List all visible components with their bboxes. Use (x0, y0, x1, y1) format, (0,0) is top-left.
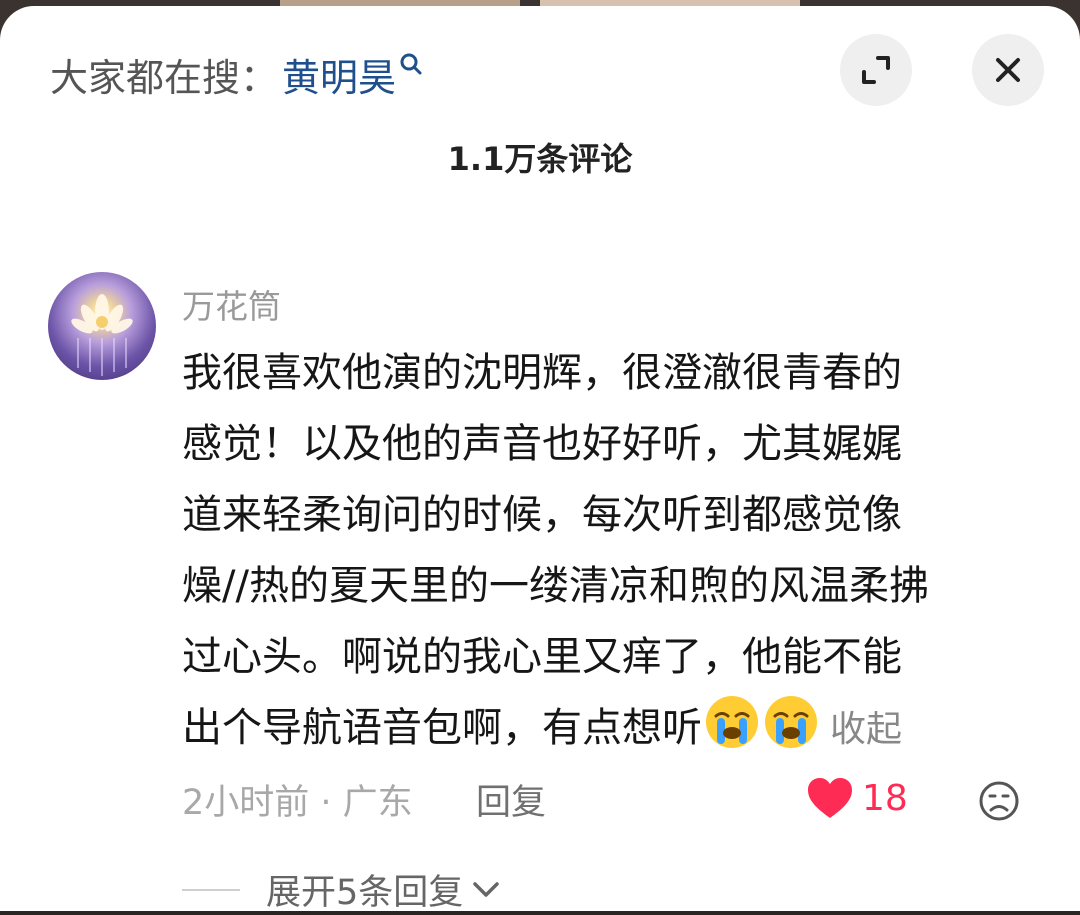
comment-line: 出个导航语音包啊，有点想听 (182, 705, 702, 751)
close-icon (996, 58, 1020, 82)
divider-line (182, 888, 240, 891)
dislike-face-icon (979, 781, 1019, 821)
comment-sheet: 大家都在搜： 黄明昊 1.1万条评论 万花筒 我很喜欢他演的沈明辉，很澄澈很青春… (0, 6, 1080, 913)
expand-replies-button[interactable]: 展开5条回复 (182, 864, 503, 915)
comment-author[interactable]: 万花筒 (182, 280, 281, 328)
comment-line: 道来轻柔询问的时候，每次听到都感觉像 (182, 492, 902, 538)
comment-last-line: 出个导航语音包啊，有点想听 收起 (182, 693, 1032, 764)
crying-emoji (762, 693, 820, 774)
comment-line: 过心头。啊说的我心里又痒了，他能不能 (182, 634, 902, 680)
close-button[interactable] (972, 34, 1044, 106)
expand-replies-label: 展开5条回复 (266, 873, 464, 913)
comment-count-title: 1.1万条评论 (447, 140, 633, 178)
heart-icon (808, 778, 852, 818)
avatar[interactable] (48, 272, 156, 380)
search-prefix: 大家都在搜： (50, 55, 279, 100)
search-icon[interactable] (398, 51, 424, 81)
comment-line: 燥//热的夏天里的一缕清凉和煦的风温柔拂 (182, 563, 929, 609)
expand-icon (862, 56, 890, 84)
comment-text[interactable]: 我很喜欢他演的沈明辉，很澄澈很青春的 感觉！以及他的声音也好好听，尤其娓娓 道来… (182, 338, 1032, 764)
comment-time-location: 2小时前 · 广东 (182, 783, 413, 823)
like-count: 18 (862, 777, 908, 819)
like-button[interactable]: 18 (806, 776, 908, 820)
comment-line: 感觉！以及他的声音也好好听，尤其娓娓 (182, 421, 902, 467)
collapse-link[interactable]: 收起 (830, 709, 902, 750)
search-suggestion[interactable]: 大家都在搜： 黄明昊 (50, 44, 424, 104)
dislike-button[interactable] (978, 780, 1020, 826)
expand-button[interactable] (840, 34, 912, 106)
search-term[interactable]: 黄明昊 (282, 47, 396, 102)
reply-button[interactable]: 回复 (476, 774, 546, 825)
crying-emoji (703, 693, 761, 774)
comment-line: 我很喜欢他演的沈明辉，很澄澈很青春的 (182, 350, 902, 396)
chevron-down-icon (473, 881, 500, 897)
